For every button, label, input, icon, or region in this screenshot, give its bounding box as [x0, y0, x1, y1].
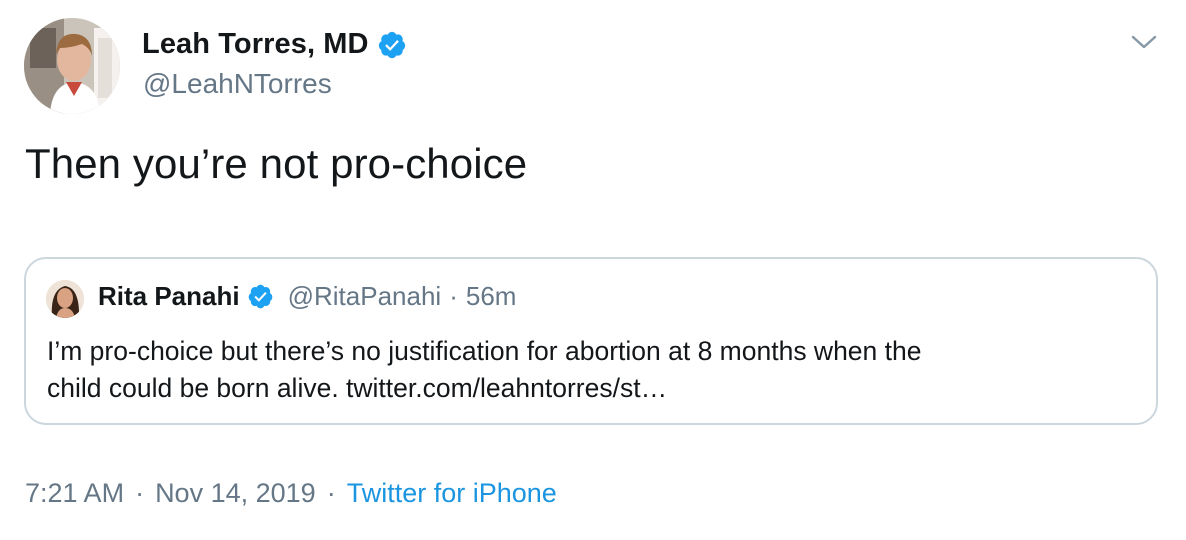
- quoted-tweet-text: I’m pro-choice but there’s no justificat…: [47, 333, 1137, 407]
- author-name-row[interactable]: Leah Torres, MD: [142, 28, 407, 61]
- separator-dot: ·: [449, 281, 458, 311]
- verified-badge-icon: [377, 30, 407, 60]
- author-handle[interactable]: @LeahNTorres: [143, 68, 332, 100]
- tweet-text: Then you’re not pro-choice: [25, 140, 528, 187]
- separator-dot: ·: [326, 478, 336, 508]
- author-name[interactable]: Leah Torres, MD: [142, 28, 369, 61]
- quoted-author-name[interactable]: Rita Panahi: [98, 281, 240, 312]
- quoted-author-avatar: [46, 280, 84, 318]
- tweet-card: Leah Torres, MD @LeahNTorres Then you’re…: [0, 0, 1186, 540]
- separator-dot: ·: [135, 478, 145, 508]
- chevron-down-icon: [1130, 33, 1158, 56]
- verified-badge-icon: [247, 283, 274, 310]
- quoted-timestamp[interactable]: 56m: [466, 281, 517, 312]
- tweet-footer: 7:21 AM · Nov 14, 2019 · Twitter for iPh…: [25, 478, 557, 509]
- tweet-date[interactable]: Nov 14, 2019: [155, 478, 316, 509]
- tweet-menu-button[interactable]: [1128, 30, 1160, 58]
- quoted-author-handle[interactable]: @RitaPanahi: [288, 281, 442, 312]
- tweet-source-link[interactable]: Twitter for iPhone: [347, 478, 557, 509]
- author-avatar[interactable]: [24, 18, 120, 114]
- quoted-tweet-header: Rita Panahi @RitaPanahi · 56m: [98, 281, 516, 312]
- quoted-tweet-card[interactable]: Rita Panahi @RitaPanahi · 56m I’m pro-ch…: [24, 257, 1158, 425]
- quoted-text-line: child could be born alive. twitter.com/l…: [47, 373, 668, 403]
- tweet-time[interactable]: 7:21 AM: [25, 478, 124, 509]
- quoted-text-line: I’m pro-choice but there’s no justificat…: [47, 336, 922, 366]
